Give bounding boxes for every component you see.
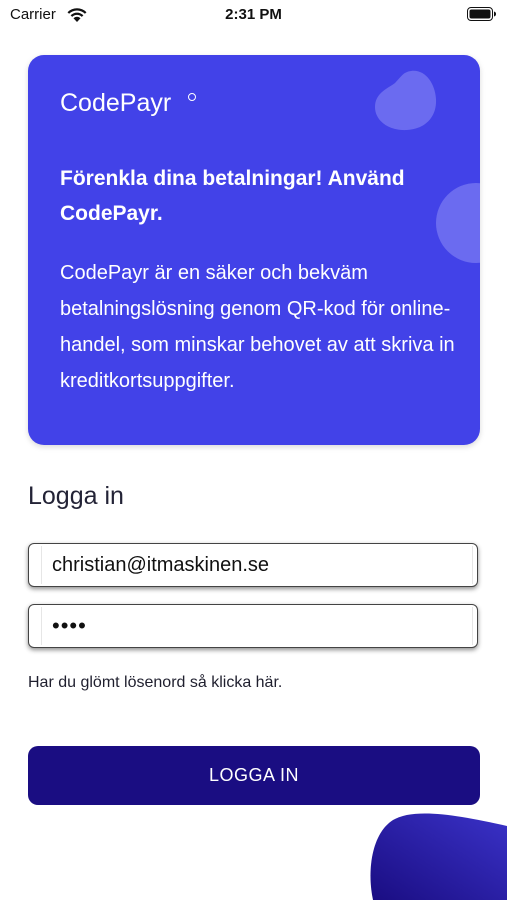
brand-mark-icon	[188, 93, 196, 101]
battery-icon	[467, 7, 496, 21]
hero-headline: Förenkla dina betalningar! Använd CodePa…	[60, 167, 405, 225]
forgot-password-link[interactable]: Har du glömt lösenord så klicka här.	[28, 674, 282, 692]
status-bar: Carrier 2:31 PM	[0, 0, 507, 30]
brand-logo: CodePayr	[60, 89, 172, 117]
email-input[interactable]	[41, 546, 473, 584]
decorative-blob	[375, 70, 437, 131]
password-input[interactable]	[41, 607, 473, 645]
status-time: 2:31 PM	[225, 6, 282, 23]
login-button[interactable]: LOGGA IN	[28, 746, 480, 805]
decorative-corner-blob	[370, 813, 507, 900]
password-field[interactable]	[28, 604, 478, 648]
login-title: Logga in	[28, 482, 124, 510]
hero-card: CodePayr Förenkla dina betalningar! Anvä…	[28, 55, 480, 445]
email-field[interactable]	[28, 543, 478, 587]
hero-description: CodePayr är en säker och bekväm betalnin…	[60, 262, 455, 392]
